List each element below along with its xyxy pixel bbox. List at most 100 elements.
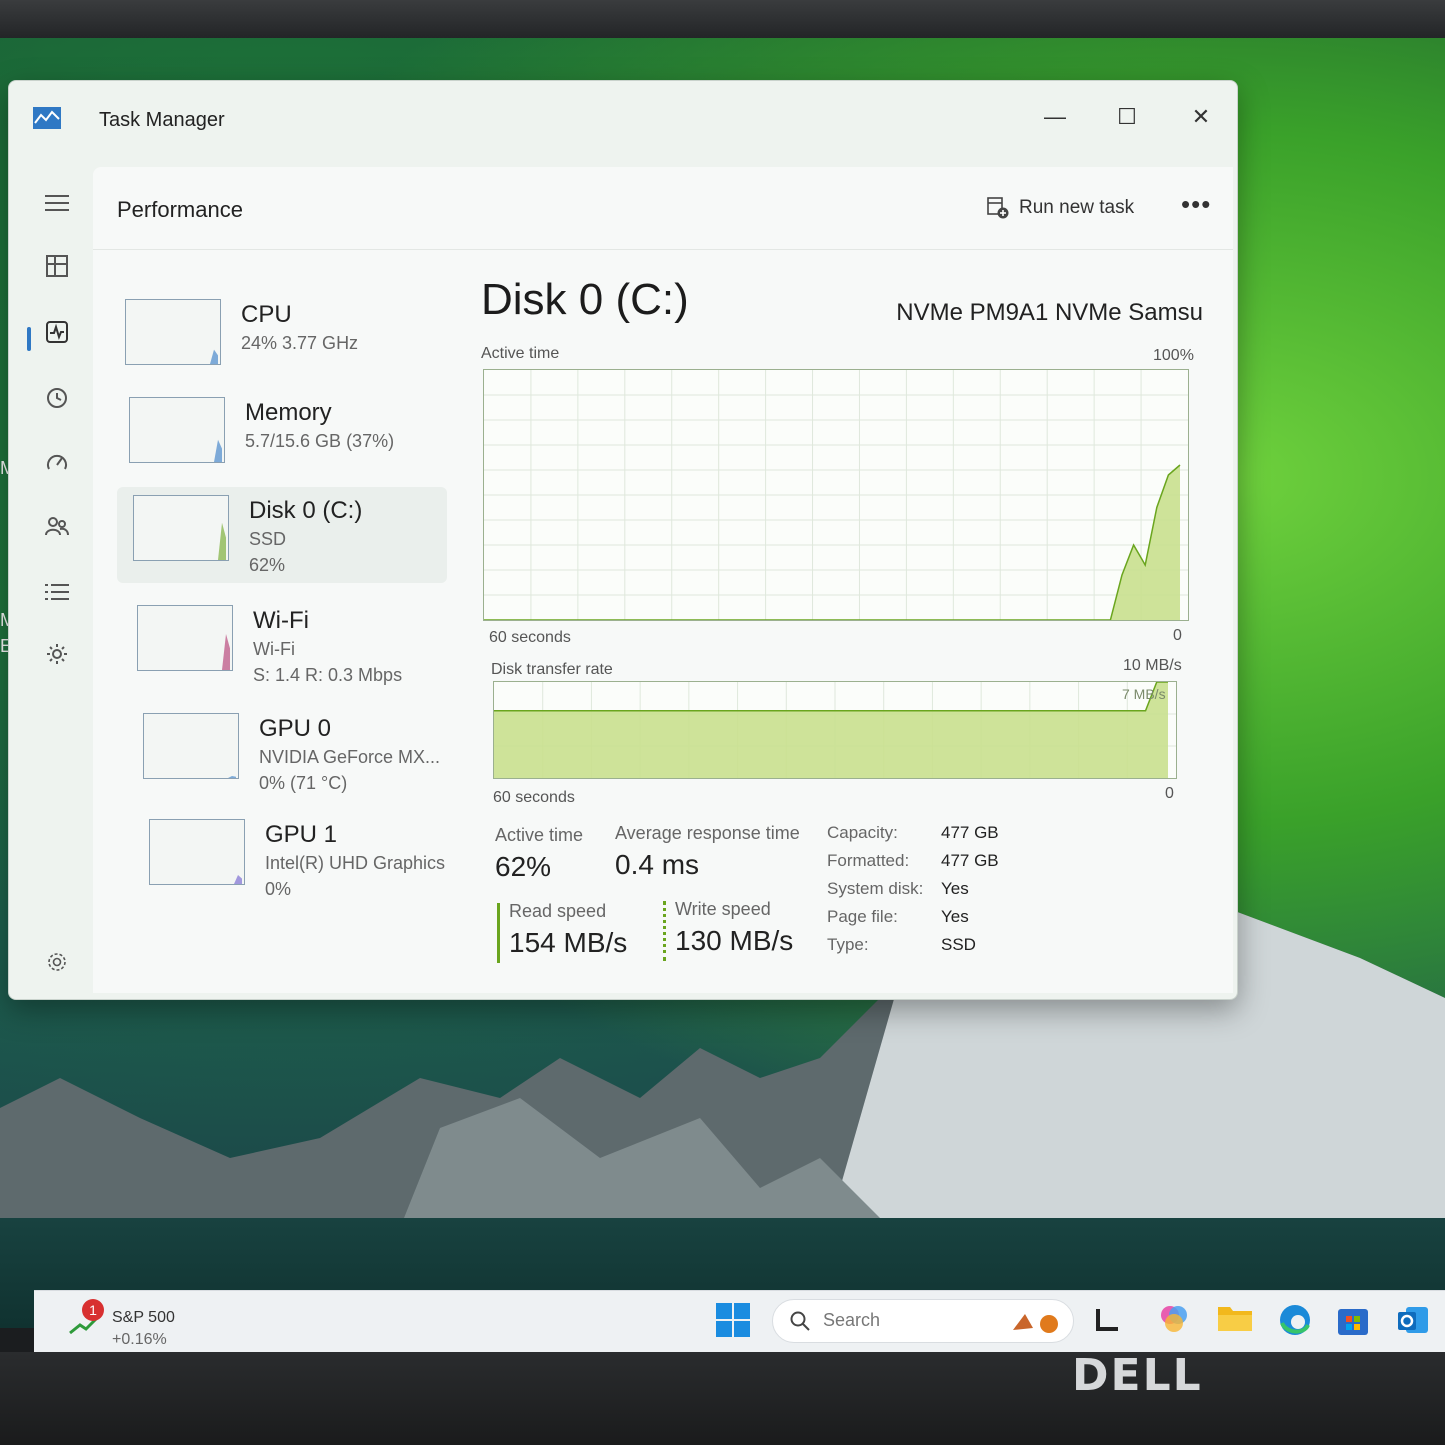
maximize-button[interactable]: ☐ [1107, 99, 1147, 135]
startup-apps-icon[interactable] [37, 447, 77, 487]
thumbnail-usage-mark [218, 522, 226, 560]
thumbnail-usage-mark [210, 349, 218, 364]
device-item-disk-0-c[interactable]: Disk 0 (C:) SSD 62% [117, 487, 447, 583]
avg-response-label: Average response time [615, 823, 800, 843]
taskbar-search[interactable]: Search [772, 1299, 1074, 1343]
device-thumbnail-chart [214, 439, 222, 462]
device-name: Disk 0 (C:) [249, 497, 363, 524]
device-item-gpu-0[interactable]: GPU 0 NVIDIA GeForce MX... 0% (71 °C) [117, 705, 447, 801]
device-name: Wi-Fi [253, 607, 309, 634]
copilot-icon[interactable] [1158, 1303, 1192, 1337]
device-thumbnail-chart [222, 634, 230, 670]
property-key: Page file: [827, 907, 898, 926]
device-name: GPU 1 [265, 821, 338, 848]
nav-selection-indicator [27, 327, 31, 351]
thumbnail-usage-mark [234, 875, 242, 884]
device-detail-line1: SSD [249, 529, 287, 549]
chart-area-fill [484, 465, 1180, 620]
property-value: 477 GB [941, 851, 999, 870]
more-options-button[interactable]: ••• [1181, 189, 1211, 220]
outlook-icon[interactable] [1396, 1303, 1430, 1337]
active-time-chart [484, 370, 1188, 621]
device-thumbnail-chart [228, 776, 236, 778]
property-value: SSD [941, 935, 976, 954]
performance-icon[interactable] [37, 317, 77, 357]
details-icon[interactable] [37, 575, 77, 615]
stocks-change: +0.16% [112, 1331, 167, 1348]
device-item-wi-fi[interactable]: Wi-Fi Wi-Fi S: 1.4 R: 0.3 Mbps [117, 597, 447, 693]
read-speed-legend-line [497, 903, 500, 963]
device-thumbnail-chart [210, 349, 218, 364]
chart-series-line [484, 464, 1181, 621]
thumbnail-usage-mark [228, 776, 236, 778]
device-detail-line1: Intel(R) UHD Graphics [265, 853, 446, 873]
transfer-xlabel: 60 seconds [493, 789, 575, 806]
property-value: Yes [941, 879, 969, 898]
property-value: 477 GB [941, 823, 999, 842]
search-icon [790, 1311, 810, 1331]
device-item-cpu[interactable]: CPU 24% 3.77 GHz [117, 291, 447, 387]
read-speed-value: 154 MB/s [509, 927, 628, 958]
transfer-graph-label: Disk transfer rate [491, 661, 613, 678]
chart-series-line [494, 681, 1168, 712]
task-manager-app-icon [33, 107, 61, 129]
device-name: Memory [245, 399, 332, 426]
device-name: GPU 0 [259, 715, 332, 742]
title-bar[interactable]: Task Manager — ☐ ✕ [9, 81, 1237, 161]
file-explorer-icon[interactable] [1218, 1303, 1252, 1337]
page-title: Performance [117, 197, 243, 222]
app-history-icon[interactable] [37, 383, 77, 423]
write-speed-legend-line [663, 901, 666, 961]
device-detail-line1: 5.7/15.6 GB (37%) [245, 431, 395, 451]
thumbnail-usage-mark [222, 634, 230, 670]
run-new-task-label: Run new task [1019, 197, 1135, 219]
microsoft-store-icon[interactable] [1336, 1303, 1370, 1337]
processes-icon[interactable] [37, 251, 77, 291]
write-speed-label: Write speed [675, 899, 771, 919]
thumbnail-usage-mark [214, 439, 222, 462]
settings-icon[interactable] [37, 947, 77, 987]
device-item-gpu-1[interactable]: GPU 1 Intel(R) UHD Graphics 0% [117, 811, 447, 907]
services-icon[interactable] [37, 639, 77, 679]
run-new-task-button[interactable]: Run new task [987, 197, 1134, 219]
task-view-icon[interactable] [1094, 1305, 1124, 1335]
search-highlight-icon [1013, 1314, 1058, 1333]
device-thumbnail-graph [149, 819, 245, 885]
stocks-widget[interactable]: 1 S&P 500 +0.16% [68, 1299, 228, 1348]
windows-logo-icon [716, 1303, 750, 1337]
users-icon[interactable] [37, 511, 77, 551]
device-detail-line2: 0% (71 °C) [259, 773, 348, 793]
task-manager-window: Task Manager — ☐ ✕ Performance Run new t… [8, 80, 1238, 1000]
menu-icon[interactable] [37, 187, 77, 227]
property-value: Yes [941, 907, 969, 926]
property-key: Type: [827, 935, 869, 954]
chart-area-fill [494, 682, 1168, 778]
device-thumbnail-graph [137, 605, 233, 671]
property-key: Capacity: [827, 823, 898, 842]
command-bar: Performance Run new task ••• [93, 167, 1233, 250]
active-time-graph-label: Active time [481, 345, 560, 362]
device-detail-line2: 62% [249, 555, 286, 575]
edge-browser-icon[interactable] [1278, 1303, 1312, 1337]
device-item-memory[interactable]: Memory 5.7/15.6 GB (37%) [117, 389, 447, 485]
minimize-button[interactable]: — [1035, 99, 1075, 135]
device-thumbnail-chart [234, 875, 242, 884]
active-time-stat-label: Active time [495, 825, 584, 845]
device-name: CPU [241, 301, 292, 328]
device-thumbnail-graph [133, 495, 229, 561]
start-button[interactable] [716, 1303, 752, 1339]
active-time-graph [483, 369, 1189, 621]
property-key: System disk: [827, 879, 924, 898]
device-detail-line1: NVIDIA GeForce MX... [259, 747, 441, 767]
dell-logo: DELL [1072, 1350, 1203, 1401]
close-button[interactable]: ✕ [1181, 99, 1221, 135]
transfer-rate-graph: 7 MB/s [493, 681, 1177, 779]
read-speed-label: Read speed [509, 901, 607, 921]
device-thumbnail-chart [218, 522, 226, 560]
monitor-bezel-top [0, 0, 1445, 40]
transfer-rate-chart [494, 681, 1176, 778]
active-time-xlabel: 60 seconds [489, 629, 571, 646]
device-thumbnail-graph [129, 397, 225, 463]
transfer-max-label: 10 MB/s [1123, 657, 1182, 674]
stocks-title: S&P 500 [112, 1309, 175, 1326]
